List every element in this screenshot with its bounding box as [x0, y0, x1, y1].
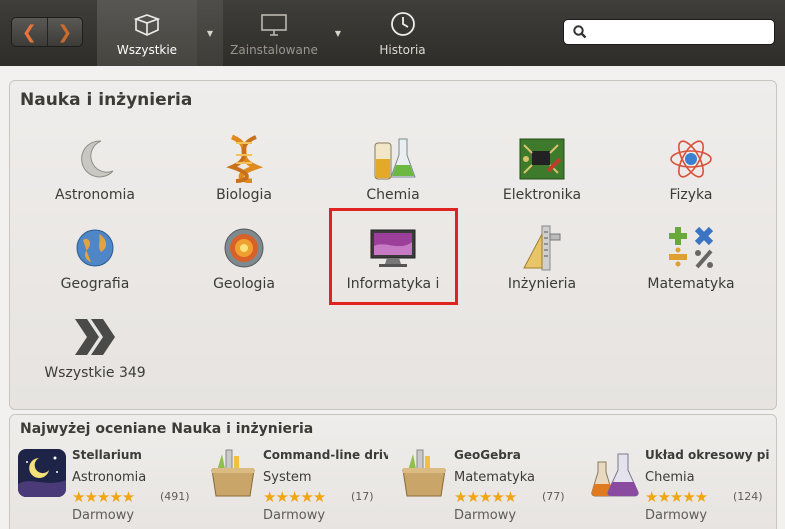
category-inzynieria[interactable]: Inżynieria — [467, 224, 617, 304]
category-label: Matematyka — [647, 276, 735, 292]
math-operators-icon — [667, 224, 715, 272]
category-fizyka[interactable]: Fizyka — [616, 135, 766, 215]
app-name: Stellarium — [72, 448, 142, 462]
app-category: Matematyka — [454, 470, 535, 485]
monitor-icon — [261, 14, 287, 36]
package-box-icon — [402, 449, 446, 497]
caliper-icon — [518, 224, 566, 272]
category-label: Chemia — [366, 187, 420, 203]
earth-layers-icon — [220, 224, 268, 272]
rating-stars: ★★★★★ — [454, 488, 517, 506]
computer-monitor-icon — [369, 224, 417, 272]
package-box-icon — [211, 449, 255, 497]
app-category: Astronomia — [72, 470, 147, 485]
navigation-buttons: ❮ ❯ — [11, 17, 83, 47]
app-item-periodic-table[interactable]: Układ okresowy pi... Chemia ★★★★★ (124) … — [590, 448, 770, 529]
search-box[interactable] — [563, 19, 775, 45]
box-icon — [134, 14, 160, 36]
rating-stars: ★★★★★ — [72, 488, 135, 506]
all-software-label: Wszystkie — [116, 43, 178, 57]
app-price: Darmowy — [454, 508, 517, 523]
category-matematyka[interactable]: Matematyka — [616, 224, 766, 304]
category-label: Fizyka — [669, 187, 713, 203]
category-label: Informatyka i — [346, 276, 440, 292]
category-informatyka[interactable]: Informatyka i — [318, 224, 468, 304]
category-label: Biologia — [216, 187, 272, 203]
rating-count: (17) — [351, 490, 374, 503]
atom-icon — [667, 135, 715, 183]
beakers-icon — [369, 135, 417, 183]
app-item-command-line[interactable]: Command-line driv... System ★★★★★ (17) D… — [208, 448, 388, 529]
category-biologia[interactable]: Biologia — [169, 135, 319, 215]
history-button[interactable]: Historia — [360, 0, 445, 66]
category-label: Geografia — [60, 276, 130, 292]
all-dropdown-arrow[interactable]: ▼ — [197, 0, 223, 66]
category-all[interactable]: Wszystkie 349 — [20, 313, 170, 393]
forward-button[interactable]: ❯ — [46, 18, 83, 46]
rating-count: (491) — [160, 490, 190, 503]
back-button[interactable]: ❮ — [12, 18, 47, 46]
rating-stars: ★★★★★ — [263, 488, 326, 506]
app-price: Darmowy — [645, 508, 708, 523]
rating-stars: ★★★★★ — [645, 488, 708, 506]
rating-count: (77) — [542, 490, 565, 503]
stellarium-icon — [18, 449, 66, 497]
category-label: Astronomia — [55, 187, 135, 203]
category-geografia[interactable]: Geografia — [20, 224, 170, 304]
app-name: Układ okresowy pi... — [645, 448, 770, 462]
category-label: Inżynieria — [507, 276, 577, 292]
circuit-board-icon — [518, 135, 566, 183]
search-icon — [573, 25, 587, 39]
category-chemia[interactable]: Chemia — [318, 135, 468, 215]
category-label: Elektronika — [502, 187, 582, 203]
clock-icon — [390, 12, 415, 36]
app-category: Chemia — [645, 470, 695, 485]
app-price: Darmowy — [72, 508, 135, 523]
installed-dropdown-arrow[interactable]: ▼ — [325, 0, 351, 66]
app-item-stellarium[interactable]: Stellarium Astronomia ★★★★★ (491) Darmow… — [17, 448, 197, 529]
app-name: GeoGebra — [454, 448, 521, 462]
category-astronomia[interactable]: Astronomia — [20, 135, 170, 215]
all-software-button[interactable]: Wszystkie — [97, 0, 197, 66]
globe-icon — [71, 224, 119, 272]
app-item-geogebra[interactable]: GeoGebra Matematyka ★★★★★ (77) Darmowy — [399, 448, 579, 529]
installed-button[interactable]: Zainstalowane — [225, 0, 323, 66]
section-title: Nauka i inżynieria — [20, 90, 193, 110]
installed-label: Zainstalowane — [230, 43, 318, 57]
category-label: Geologia — [213, 276, 275, 292]
app-category: System — [263, 470, 312, 485]
double-chevron-icon — [71, 313, 119, 361]
app-name: Command-line driv... — [263, 448, 388, 462]
category-geologia[interactable]: Geologia — [169, 224, 319, 304]
history-label: Historia — [379, 43, 426, 57]
rating-count: (124) — [733, 490, 763, 503]
moon-icon — [71, 135, 119, 183]
search-input[interactable] — [593, 21, 774, 43]
app-price: Darmowy — [263, 508, 326, 523]
category-label: Wszystkie 349 — [44, 365, 146, 381]
category-elektronika[interactable]: Elektronika — [467, 135, 617, 215]
dna-icon — [220, 135, 268, 183]
flasks-icon — [591, 453, 639, 497]
toolbar: ❮ ❯ Wszystkie ▼ Zainstalowane ▼ Historia — [0, 0, 785, 66]
top-rated-title: Najwyżej oceniane Nauka i inżynieria — [20, 421, 314, 437]
